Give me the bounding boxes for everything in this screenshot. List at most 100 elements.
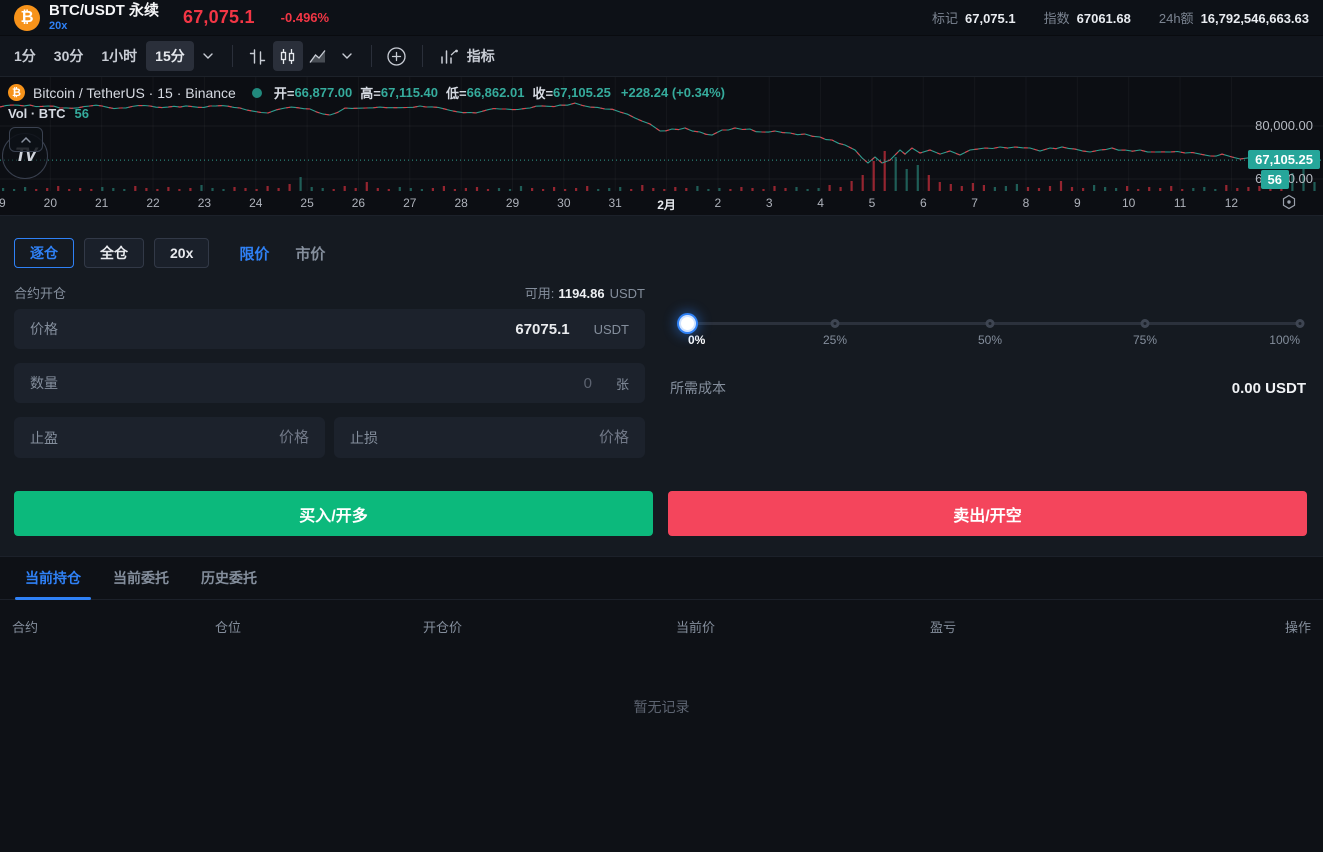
- slider-tick-75[interactable]: [1141, 319, 1150, 328]
- col-position: 仓位: [215, 617, 241, 636]
- chart-title: Bitcoin / TetherUS · 15 · Binance: [33, 85, 236, 101]
- top-bar: ₿ BTC/USDT 永续 20x 67,075.1 -0.496% 标记67,…: [0, 0, 1323, 36]
- time-axis-label: 12: [1225, 196, 1238, 210]
- slider-tick-50[interactable]: [986, 319, 995, 328]
- price-chart[interactable]: ₿ Bitcoin / TetherUS · 15 · Binance 开=66…: [0, 77, 1323, 215]
- tab-limit-order[interactable]: 限价: [239, 243, 269, 264]
- candle-change: +228.24 (+0.34%): [621, 85, 725, 100]
- time-axis-label: 25: [300, 196, 313, 210]
- amount-slider[interactable]: [680, 315, 1300, 332]
- margin-mode-cross-button[interactable]: 全仓: [84, 238, 144, 268]
- time-axis-label: 22: [146, 196, 159, 210]
- time-axis-label: 8: [1023, 196, 1030, 210]
- index-price-stat: 指数67061.68: [1044, 8, 1131, 27]
- time-axis-label: 5: [869, 196, 876, 210]
- amount-input[interactable]: [58, 375, 592, 392]
- col-entry-price: 开仓价: [423, 617, 462, 636]
- time-axis-label: 21: [95, 196, 108, 210]
- stop-loss-input[interactable]: [378, 429, 629, 446]
- indicators-icon: [439, 47, 459, 65]
- collapse-panel-button[interactable]: [9, 127, 43, 152]
- btc-icon: ₿: [8, 84, 25, 101]
- tab-order-history[interactable]: 历史委托: [201, 557, 257, 599]
- time-axis-label: 24: [249, 196, 262, 210]
- price-axis-label-80000: 80,000.00: [1255, 118, 1313, 133]
- price-change-pct: -0.496%: [281, 10, 329, 25]
- order-type-tabs: 限价 市价: [239, 243, 325, 264]
- candle-chart-icon[interactable]: [273, 41, 303, 71]
- interval-15m-active[interactable]: 15分: [146, 41, 194, 71]
- area-chart-icon[interactable]: [303, 41, 333, 71]
- stop-loss-label: 止损: [350, 428, 378, 448]
- buy-long-button[interactable]: 买入/开多: [14, 491, 653, 536]
- amount-input-box[interactable]: 数量 张: [14, 363, 645, 403]
- col-actions: 操作: [1285, 617, 1311, 636]
- stop-loss-input-box[interactable]: 止损: [334, 417, 645, 458]
- cost-label: 所需成本: [670, 378, 726, 398]
- interval-chevron-down-icon[interactable]: [194, 50, 222, 62]
- time-axis-label: 28: [454, 196, 467, 210]
- toolbar-divider: [232, 45, 233, 67]
- time-axis[interactable]: 192021222324252627282930312月234567891011…: [0, 191, 1323, 215]
- bar-chart-icon[interactable]: [243, 41, 273, 71]
- cost-row: 所需成本 0.00 USDT: [670, 378, 1306, 398]
- time-axis-label: 6: [920, 196, 927, 210]
- available-balance: 可用:1194.86USDT: [525, 283, 645, 302]
- symbol-block: BTC/USDT 永续 20x: [49, 3, 159, 32]
- slider-tick-100[interactable]: [1296, 319, 1305, 328]
- indicators-label: 指标: [467, 46, 495, 66]
- toolbar-divider: [422, 45, 423, 67]
- style-chevron-down-icon[interactable]: [333, 50, 361, 62]
- symbol-leverage: 20x: [49, 20, 159, 32]
- axis-settings-gear-icon[interactable]: [1281, 194, 1297, 215]
- toolbar-divider: [371, 45, 372, 67]
- volume-24h-stat: 24h额16,792,546,663.63: [1159, 8, 1309, 27]
- col-pnl: 盈亏: [930, 617, 956, 636]
- interval-1m[interactable]: 1分: [5, 41, 45, 71]
- chart-legend: ₿ Bitcoin / TetherUS · 15 · Binance 开=66…: [8, 83, 725, 102]
- btc-icon: ₿: [14, 5, 40, 31]
- empty-state-text: 暂无记录: [0, 697, 1323, 717]
- price-input[interactable]: [58, 321, 570, 338]
- price-input-label: 价格: [30, 319, 58, 339]
- volume-legend: Vol · BTC 56: [8, 106, 89, 121]
- open-position-row: 合约开仓 可用:1194.86USDT: [14, 283, 645, 302]
- take-profit-input-box[interactable]: 止盈: [14, 417, 325, 458]
- volume-value: 56: [75, 106, 89, 121]
- section-title: 合约开仓: [14, 283, 66, 302]
- symbol-name: BTC/USDT 永续: [49, 3, 159, 18]
- take-profit-label: 止盈: [30, 428, 58, 448]
- market-status-dot: [252, 88, 262, 98]
- tab-open-orders[interactable]: 当前委托: [113, 557, 169, 599]
- volume-label: Vol · BTC: [8, 106, 66, 121]
- time-axis-label: 30: [557, 196, 570, 210]
- take-profit-input[interactable]: [58, 429, 309, 446]
- time-axis-label: 3: [766, 196, 773, 210]
- time-axis-label: 26: [352, 196, 365, 210]
- indicators-button[interactable]: 指标: [433, 42, 501, 70]
- add-circle-icon[interactable]: [382, 41, 412, 71]
- cost-value: 0.00 USDT: [1232, 380, 1306, 397]
- symbol-selector[interactable]: ₿ BTC/USDT 永续 20x: [14, 3, 159, 32]
- slider-thumb[interactable]: [679, 315, 696, 332]
- tab-market-order[interactable]: 市价: [295, 243, 325, 264]
- last-volume-badge: 56: [1261, 170, 1289, 189]
- time-axis-label: 20: [44, 196, 57, 210]
- interval-30m[interactable]: 30分: [45, 41, 93, 71]
- leverage-button[interactable]: 20x: [154, 238, 209, 268]
- time-axis-label: 29: [506, 196, 519, 210]
- interval-1h[interactable]: 1小时: [92, 41, 146, 71]
- sell-short-button[interactable]: 卖出/开空: [668, 491, 1307, 536]
- price-input-box[interactable]: 价格 USDT: [14, 309, 645, 349]
- ohlc-values: 开=66,877.00 高=67,115.40 低=66,862.01 收=67…: [274, 83, 619, 102]
- margin-mode-isolated-button[interactable]: 逐仓: [14, 238, 74, 268]
- slider-tick-25[interactable]: [831, 319, 840, 328]
- time-axis-label: 31: [609, 196, 622, 210]
- amount-input-unit: 张: [616, 374, 629, 393]
- tab-current-positions[interactable]: 当前持仓: [25, 557, 81, 599]
- chevron-up-icon: [20, 136, 32, 144]
- time-axis-label: 2: [715, 196, 722, 210]
- last-price: 67,075.1: [183, 7, 255, 28]
- ticker-stats: 标记67,075.1 指数67061.68 24h额16,792,546,663…: [932, 8, 1309, 27]
- slider-labels: 0% 25% 50% 75% 100%: [680, 333, 1300, 349]
